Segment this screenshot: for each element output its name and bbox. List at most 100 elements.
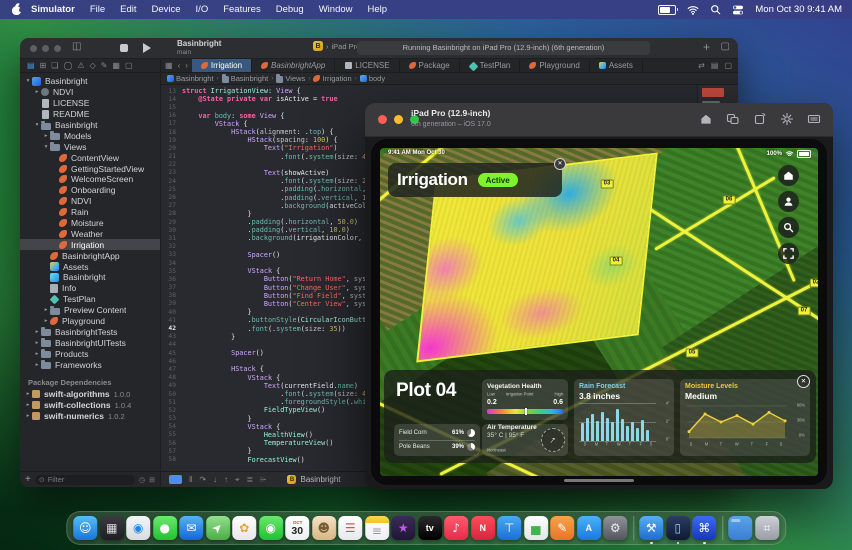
sidebar-item-frameworks[interactable]: ▸Frameworks: [20, 359, 160, 370]
disclosure-icon[interactable]: ▾: [33, 122, 41, 128]
sidebar-item-basinbrightuitests[interactable]: ▸BasinbrightUITests: [20, 337, 160, 348]
field-tag-03[interactable]: 03: [601, 180, 614, 189]
dock-apple-tv[interactable]: tv: [418, 516, 442, 540]
sidebar-item-basinbrighttests[interactable]: ▸BasinbrightTests: [20, 326, 160, 337]
dock-finder[interactable]: ☺: [73, 516, 97, 540]
running-process[interactable]: B Basinbright: [287, 475, 340, 484]
dock-system-settings[interactable]: ⚙: [603, 516, 627, 540]
sidebar-item-ndvi[interactable]: NDVI: [20, 196, 160, 207]
dock-photos[interactable]: ✿: [232, 516, 256, 540]
menu-device[interactable]: Device: [152, 4, 181, 15]
crops-widget[interactable]: Field Corn61%Pole Beans39%: [394, 424, 480, 456]
find-icon[interactable]: ◯: [63, 61, 72, 70]
field-tag-06[interactable]: 06: [723, 196, 736, 205]
sidebar-item-models[interactable]: ▸Models: [20, 130, 160, 141]
disclosure-icon[interactable]: ▸: [42, 307, 50, 313]
package-swift-numerics[interactable]: ▸swift-numerics1.0.2: [20, 411, 160, 422]
dock-app-store[interactable]: A: [577, 516, 601, 540]
related-items-icon[interactable]: ▦: [165, 61, 173, 70]
tab-package[interactable]: Package: [400, 59, 460, 72]
adjust-editor-icon[interactable]: ▤: [711, 61, 719, 70]
appearance-icon[interactable]: [780, 112, 794, 126]
add-tab-icon[interactable]: +: [703, 40, 710, 54]
menu-debug[interactable]: Debug: [276, 4, 304, 15]
sidebar-item-info[interactable]: Info: [20, 283, 160, 294]
disclosure-icon[interactable]: ▾: [42, 144, 50, 150]
dock-safari[interactable]: ◉: [126, 516, 150, 540]
sidebar-item-playground[interactable]: ▸Playground: [20, 316, 160, 327]
debug-icon[interactable]: ✎: [101, 61, 108, 70]
sidebar-item-weather[interactable]: Weather: [20, 228, 160, 239]
hide-debug-area-icon[interactable]: [169, 475, 182, 484]
add-file-icon[interactable]: +: [25, 475, 31, 485]
close-window-button[interactable]: [30, 45, 37, 52]
breadcrumb-irrigation[interactable]: Irrigation: [313, 74, 351, 83]
sidebar-item-irrigation[interactable]: Irrigation: [20, 239, 160, 250]
issues-icon[interactable]: ⚠: [77, 61, 84, 70]
sidebar-item-license[interactable]: LICENSE: [20, 98, 160, 109]
dock-xcode[interactable]: ⚒: [639, 516, 663, 540]
dock-pages[interactable]: ✎: [550, 516, 574, 540]
dock-messages[interactable]: ●: [153, 516, 177, 540]
bookmarks-icon[interactable]: ❏: [51, 61, 58, 70]
back-icon[interactable]: ‹: [178, 61, 181, 70]
sidebar-item-ndvi[interactable]: ▸NDVI: [20, 87, 160, 98]
dock-launchpad[interactable]: ▦: [100, 516, 124, 540]
menu-help[interactable]: Help: [368, 4, 388, 15]
disclosure-icon[interactable]: ▸: [33, 362, 41, 368]
sidebar-item-basinbright[interactable]: ▾Basinbright: [20, 76, 160, 87]
dock-facetime[interactable]: ◉: [259, 516, 283, 540]
code-review-icon[interactable]: ⇄: [698, 61, 705, 70]
breadcrumb-body[interactable]: body: [360, 74, 385, 83]
source-control-icon[interactable]: ⊞: [40, 61, 47, 70]
sidebar-item-testplan[interactable]: TestPlan: [20, 294, 160, 305]
active-status-badge[interactable]: Active: [478, 173, 518, 187]
dock-simulator[interactable]: ▯: [666, 516, 690, 540]
dock-notes[interactable]: ≡: [365, 516, 389, 540]
search-icon[interactable]: [710, 4, 721, 15]
close-window-button[interactable]: [378, 115, 387, 124]
breadcrumb-basinbright[interactable]: Basinbright: [167, 74, 214, 83]
control-center-icon[interactable]: [732, 4, 744, 16]
sidebar-item-views[interactable]: ▾Views: [20, 141, 160, 152]
pause-execution-icon[interactable]: ‖: [189, 475, 192, 484]
sidebar-item-readme[interactable]: README: [20, 109, 160, 120]
sidebar-item-products[interactable]: ▸Products: [20, 348, 160, 359]
sidebar-item-moisture[interactable]: Moisture: [20, 218, 160, 229]
tab-testplan[interactable]: TestPlan: [460, 59, 521, 72]
disclosure-icon[interactable]: ▸: [33, 329, 41, 335]
disclosure-icon[interactable]: ▸: [33, 340, 41, 346]
recent-files-icon[interactable]: ◷: [139, 476, 145, 484]
forward-icon[interactable]: ›: [185, 61, 188, 70]
filter-input[interactable]: ⊙ Filter: [35, 475, 135, 485]
tab-irrigation[interactable]: Irrigation: [192, 59, 252, 72]
rotate-icon[interactable]: [753, 112, 767, 126]
wifi-icon[interactable]: [687, 4, 699, 16]
disclosure-icon[interactable]: ▸: [33, 89, 41, 95]
sidebar-item-gettingstartedview[interactable]: GettingStartedView: [20, 163, 160, 174]
menu-file[interactable]: File: [90, 4, 105, 15]
sidebar-item-assets[interactable]: Assets: [20, 261, 160, 272]
reports-icon[interactable]: ▢: [125, 61, 133, 70]
menu-clock[interactable]: Mon Oct 30 9:41 AM: [755, 4, 842, 15]
step-out-icon[interactable]: ↑: [224, 475, 228, 484]
breadcrumb-views[interactable]: Views: [276, 74, 305, 83]
minimize-window-button[interactable]: [42, 45, 49, 52]
dock-music[interactable]: ♪: [444, 516, 468, 540]
dock-imovie[interactable]: ★: [391, 516, 415, 540]
package-swift-algorithms[interactable]: ▸swift-algorithms1.0.0: [20, 389, 160, 400]
menu-edit[interactable]: Edit: [120, 4, 136, 15]
home-button[interactable]: [778, 165, 799, 186]
screenshot-icon[interactable]: [726, 112, 740, 126]
dock-contacts[interactable]: ☻: [312, 516, 336, 540]
toggle-navigator-icon[interactable]: ◫: [72, 41, 81, 52]
air-temperature-widget[interactable]: Air Temperature 35° C | 95° F Northeast …: [482, 424, 568, 456]
sidebar-item-onboarding[interactable]: Onboarding: [20, 185, 160, 196]
step-into-icon[interactable]: ↓: [213, 475, 217, 484]
breadcrumb-basinbright[interactable]: Basinbright: [222, 74, 269, 83]
dock-news[interactable]: N: [471, 516, 495, 540]
memory-graph-icon[interactable]: ≣: [247, 475, 254, 484]
simulate-location-icon[interactable]: ⌲: [260, 475, 266, 485]
sidebar-item-preview-content[interactable]: ▸Preview Content: [20, 305, 160, 316]
project-icon[interactable]: ▤: [27, 61, 35, 70]
